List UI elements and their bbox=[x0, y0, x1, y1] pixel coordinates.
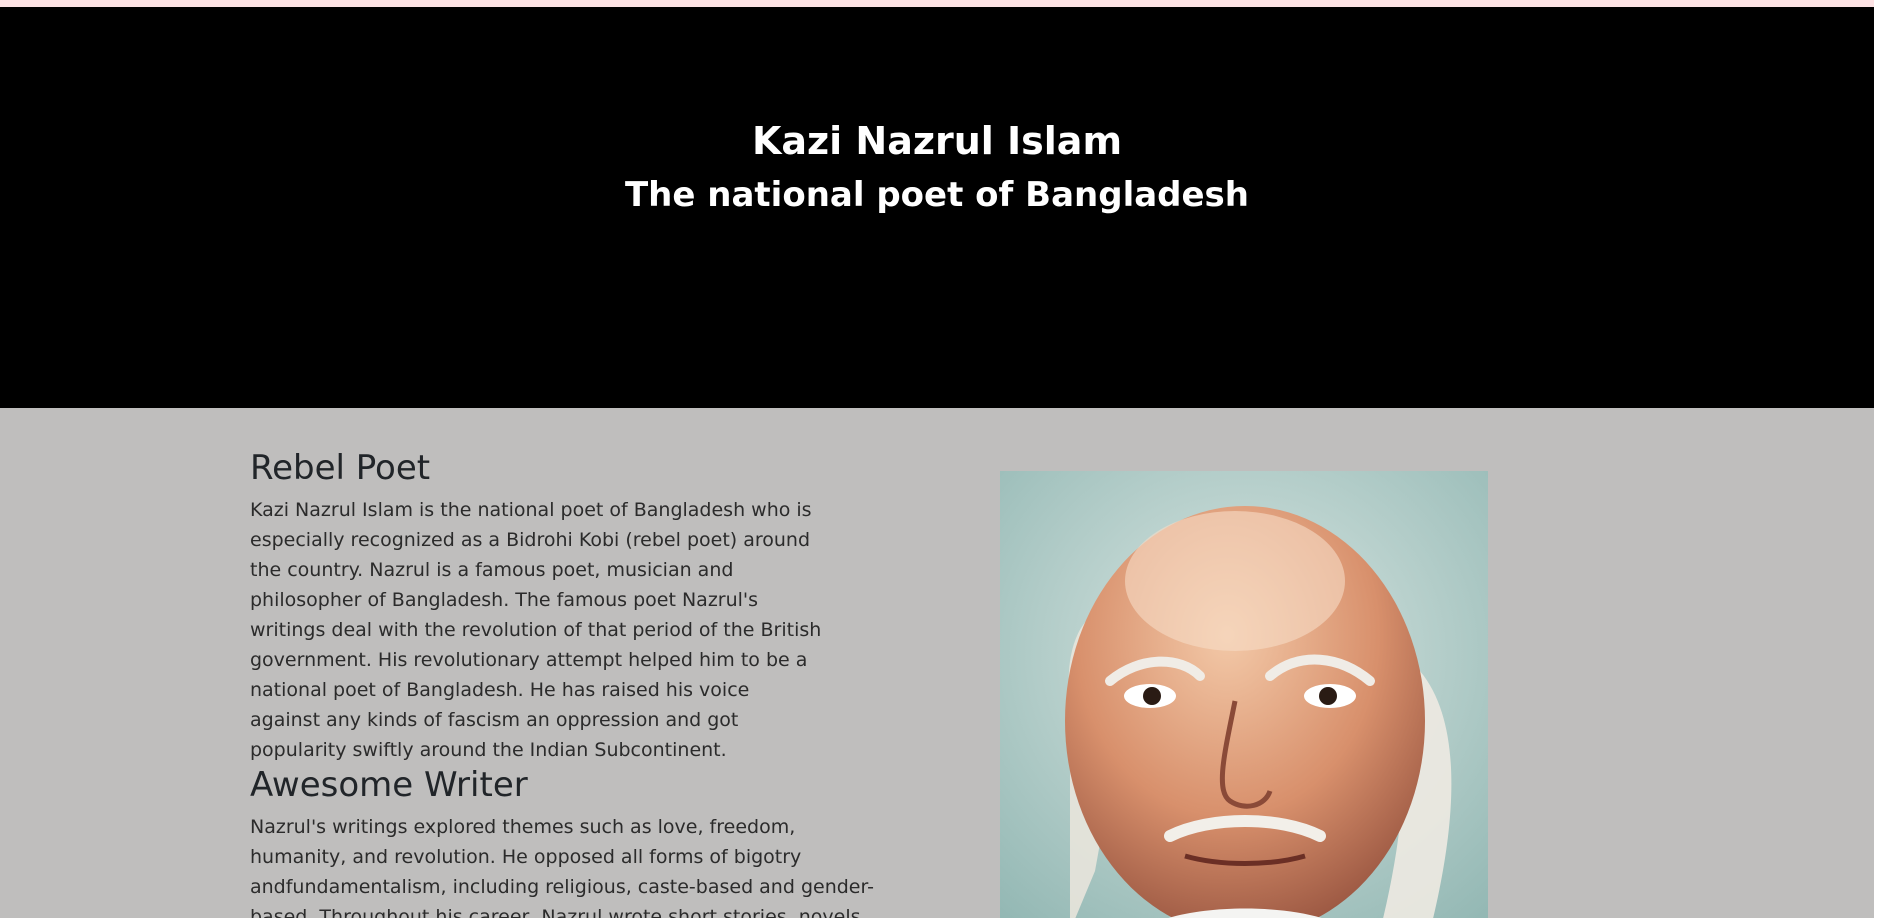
hero-title: Kazi Nazrul Islam bbox=[751, 119, 1123, 163]
main-content: Rebel Poet Kazi Nazrul Islam is the nati… bbox=[0, 408, 1874, 918]
section-awesome-writer: Awesome Writer Nazrul's writings explore… bbox=[250, 765, 890, 918]
page: Kazi Nazrul Islam The national poet of B… bbox=[0, 0, 1884, 918]
top-strip bbox=[0, 0, 1874, 7]
section-paragraph: Nazrul's writings explored themes such a… bbox=[250, 815, 874, 918]
text-column: Rebel Poet Kazi Nazrul Islam is the nati… bbox=[250, 448, 890, 918]
section-rebel-poet: Rebel Poet Kazi Nazrul Islam is the nati… bbox=[250, 448, 890, 765]
section-paragraph: Kazi Nazrul Islam is the national poet o… bbox=[250, 498, 822, 761]
hero-subtitle: The national poet of Bangladesh bbox=[624, 175, 1250, 215]
poet-portrait-image bbox=[1000, 471, 1488, 918]
scrollbar[interactable] bbox=[1874, 0, 1884, 918]
section-heading: Rebel Poet bbox=[250, 448, 431, 488]
hero-banner: Kazi Nazrul Islam The national poet of B… bbox=[0, 7, 1874, 408]
section-heading: Awesome Writer bbox=[250, 764, 528, 805]
portrait-illustration bbox=[1000, 471, 1488, 918]
